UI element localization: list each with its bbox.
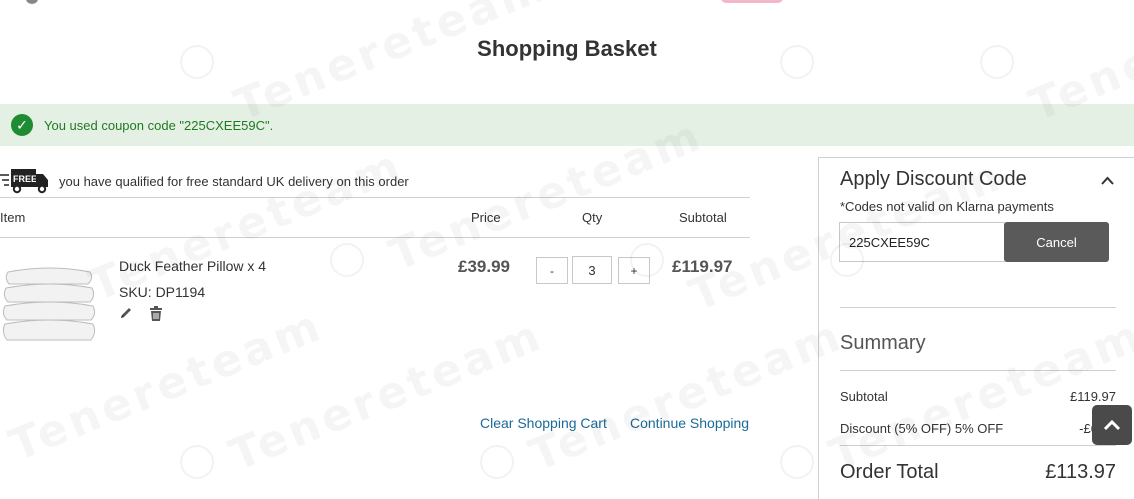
discount-note: *Codes not valid on Klarna payments (840, 199, 1054, 214)
free-delivery-truck-icon: FREE (0, 169, 48, 194)
watermark-text: Tenereteam (223, 309, 551, 481)
watermark-text: Tenereteam (523, 309, 851, 481)
free-badge-text: FREE (13, 174, 37, 184)
pencil-edit-icon[interactable] (119, 306, 133, 320)
order-total-label: Order Total (840, 461, 939, 483)
continue-shopping-link[interactable]: Continue Shopping (630, 415, 749, 431)
summary-discount-label: Discount (5% OFF) 5% OFF (840, 421, 1004, 436)
coupon-message-text: You used coupon code "225CXEE59C". (44, 117, 274, 133)
qty-input[interactable] (572, 256, 612, 284)
watermark-logo (480, 445, 514, 479)
top-strip (0, 0, 1134, 6)
qty-decrease-button[interactable]: - (536, 257, 568, 284)
cart-table-header: Item Price Qty Subtotal (0, 197, 750, 238)
free-delivery-notice: FREE you have qualified for free standar… (0, 165, 750, 197)
chevron-up-icon (1103, 419, 1121, 431)
top-nav-dot (26, 0, 38, 4)
discount-section-title[interactable]: Apply Discount Code (840, 168, 1027, 191)
scroll-to-top-button[interactable] (1092, 405, 1132, 445)
free-delivery-text: you have qualified for free standard UK … (59, 173, 409, 189)
product-price: £39.99 (458, 257, 510, 276)
total-divider (840, 445, 1116, 446)
summary-title: Summary (840, 332, 926, 354)
summary-divider (840, 370, 1116, 371)
trash-delete-icon[interactable] (149, 306, 163, 321)
top-nav-pill[interactable] (721, 0, 783, 3)
column-header-item: Item (0, 210, 26, 225)
summary-subtotal-value: £119.97 (1069, 389, 1116, 404)
page-title: Shopping Basket (477, 36, 657, 61)
product-sku: SKU: DP1194 (119, 284, 206, 300)
watermark-logo (780, 445, 814, 479)
product-subtotal: £119.97 (672, 257, 733, 276)
checkmark-icon: ✓ (11, 114, 33, 136)
coupon-success-message: ✓ You used coupon code "225CXEE59C". (0, 104, 1134, 146)
product-image[interactable] (0, 258, 100, 350)
clear-shopping-cart-link[interactable]: Clear Shopping Cart (480, 415, 607, 431)
column-header-subtotal: Subtotal (679, 210, 727, 225)
qty-increase-button[interactable]: + (618, 257, 650, 284)
cancel-coupon-button[interactable]: Cancel (1004, 222, 1109, 262)
column-header-qty: Qty (582, 210, 603, 225)
column-header-price: Price (471, 210, 501, 225)
sidebar-divider (840, 307, 1116, 308)
watermark-logo (180, 445, 214, 479)
order-total-value: £113.97 (1045, 461, 1116, 483)
watermark-logo (330, 243, 364, 277)
product-name[interactable]: Duck Feather Pillow x 4 (119, 258, 266, 274)
chevron-up-icon[interactable] (1101, 176, 1114, 185)
summary-subtotal-label: Subtotal (840, 389, 888, 404)
discount-code-input[interactable] (839, 222, 1005, 262)
